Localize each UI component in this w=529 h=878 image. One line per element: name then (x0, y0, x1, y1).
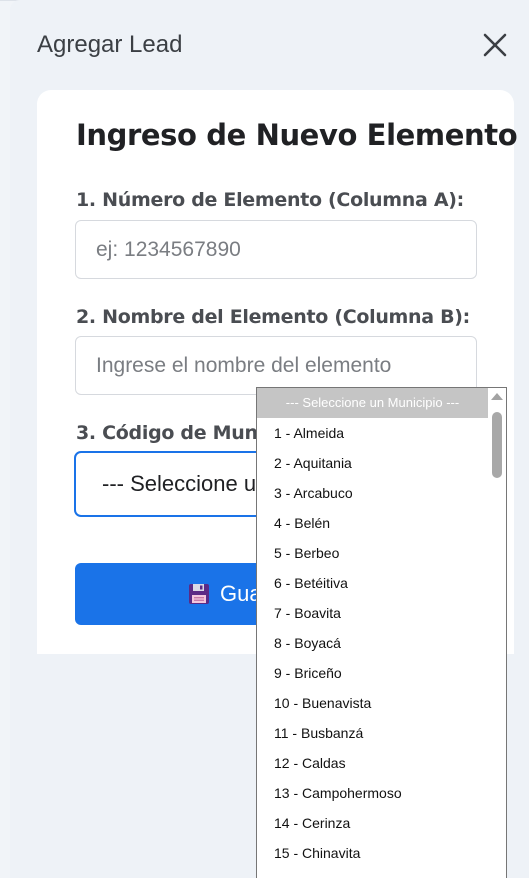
dropdown-option[interactable]: 11 - Busbanzá (257, 718, 488, 748)
dropdown-option[interactable]: 10 - Buenavista (257, 688, 488, 718)
dropdown-option[interactable]: 4 - Belén (257, 508, 488, 538)
dropdown-scrollbar[interactable] (488, 388, 506, 878)
dropdown-option[interactable]: 9 - Briceño (257, 658, 488, 688)
close-button[interactable] (480, 30, 510, 60)
nombre-elemento-label: 2. Nombre del Elemento (Columna B): (76, 306, 470, 328)
dropdown-option-placeholder[interactable]: --- Seleccione un Municipio --- (257, 388, 488, 418)
dropdown-option[interactable]: 12 - Caldas (257, 748, 488, 778)
dropdown-option[interactable]: 8 - Boyacá (257, 628, 488, 658)
dialog-title: Agregar Lead (37, 31, 183, 58)
numero-elemento-label: 1. Número de Elemento (Columna A): (76, 189, 464, 211)
scroll-up-arrow-icon[interactable] (491, 393, 503, 400)
dropdown-option[interactable]: 13 - Campohermoso (257, 778, 488, 808)
numero-elemento-input[interactable] (75, 220, 477, 279)
dropdown-option[interactable]: 14 - Cerinza (257, 808, 488, 838)
dropdown-options: --- Seleccione un Municipio --- 1 - Alme… (257, 388, 488, 868)
municipio-dropdown-list[interactable]: --- Seleccione un Municipio --- 1 - Alme… (256, 387, 507, 878)
dropdown-option[interactable]: 2 - Aquitania (257, 448, 488, 478)
dropdown-option[interactable]: 3 - Arcabuco (257, 478, 488, 508)
dropdown-option[interactable]: 5 - Berbeo (257, 538, 488, 568)
dropdown-option[interactable]: 15 - Chinavita (257, 838, 488, 868)
codigo-municipio-label: 3. Código de Munici (76, 422, 282, 444)
scrollbar-thumb[interactable] (492, 412, 502, 478)
close-icon (483, 33, 507, 57)
dropdown-option[interactable]: 7 - Boavita (257, 598, 488, 628)
floppy-disk-icon (189, 584, 209, 604)
dropdown-option[interactable]: 6 - Betéitiva (257, 568, 488, 598)
dropdown-option[interactable]: 1 - Almeida (257, 418, 488, 448)
form-heading: Ingreso de Nuevo Elemento (76, 118, 518, 152)
